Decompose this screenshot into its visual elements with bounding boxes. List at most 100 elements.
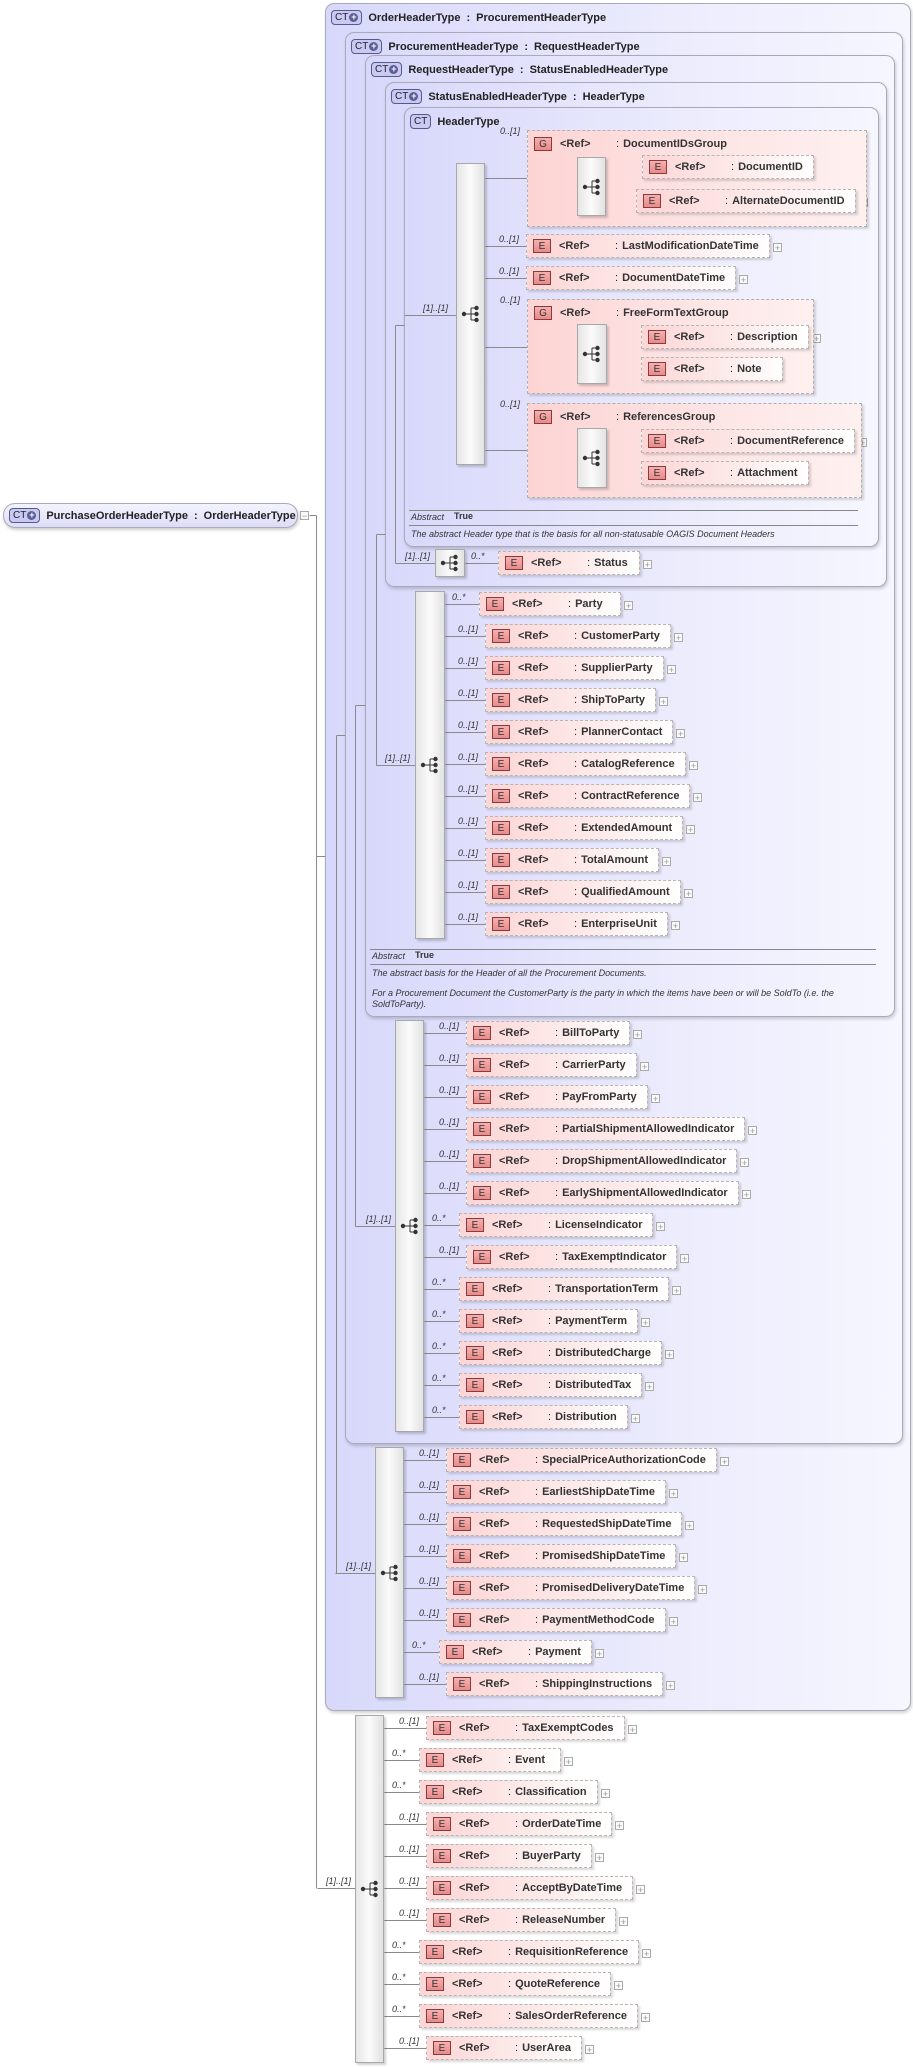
- expand-button[interactable]: +: [674, 633, 683, 643]
- element-payment[interactable]: E <Ref>: Payment: [439, 1640, 592, 1664]
- expand-button[interactable]: +: [619, 1917, 628, 1927]
- element-requisitionreference[interactable]: E <Ref>: RequisitionReference: [419, 1940, 640, 1964]
- expand-button[interactable]: +: [669, 1489, 678, 1499]
- sequence-compositor[interactable]: [456, 163, 485, 465]
- element-plannercontact[interactable]: E <Ref>: PlannerContact: [485, 720, 674, 744]
- element-event[interactable]: E <Ref>: Event: [419, 1748, 561, 1772]
- sequence-compositor[interactable]: [375, 1447, 404, 1698]
- element-billtoparty[interactable]: E <Ref>: BillToParty: [466, 1021, 631, 1045]
- expand-button[interactable]: +: [642, 1949, 651, 1959]
- expand-button[interactable]: +: [669, 1617, 678, 1627]
- element-documentdatetime[interactable]: E <Ref>: DocumentDateTime: [526, 266, 737, 290]
- element-qualifiedamount[interactable]: E <Ref>: QualifiedAmount: [485, 880, 681, 904]
- element-requestedshipdatetime[interactable]: E <Ref>: RequestedShipDateTime: [446, 1512, 683, 1536]
- element-description[interactable]: E <Ref>: Description: [641, 325, 809, 349]
- expand-button[interactable]: +: [624, 601, 633, 611]
- element-enterpriseunit[interactable]: E <Ref>: EnterpriseUnit: [485, 912, 668, 936]
- element-earlyshipmentallowedindicator[interactable]: E <Ref>: EarlyShipmentAllowedIndicator: [466, 1181, 739, 1205]
- expand-button[interactable]: +: [641, 1318, 650, 1328]
- expand-button[interactable]: +: [742, 1190, 751, 1200]
- element-classification[interactable]: E <Ref>: Classification: [419, 1780, 598, 1804]
- element-paymentterm[interactable]: E <Ref>: PaymentTerm: [459, 1309, 638, 1333]
- element-promiseddeliverydatetime[interactable]: E <Ref>: PromisedDeliveryDateTime: [446, 1576, 696, 1600]
- expand-button[interactable]: +: [662, 857, 671, 867]
- element-catalogreference[interactable]: E <Ref>: CatalogReference: [485, 752, 686, 776]
- expand-button[interactable]: +: [659, 697, 668, 707]
- element-carrierparty[interactable]: E <Ref>: CarrierParty: [466, 1053, 637, 1077]
- expand-button[interactable]: +: [740, 1158, 749, 1168]
- expand-button[interactable]: +: [615, 1821, 624, 1831]
- element-distribution[interactable]: E <Ref>: Distribution: [459, 1405, 628, 1429]
- expand-button[interactable]: +: [666, 1681, 675, 1691]
- expand-button[interactable]: +: [685, 1521, 694, 1531]
- element-taxexemptindicator[interactable]: E <Ref>: TaxExemptIndicator: [466, 1245, 678, 1269]
- sequence-compositor[interactable]: [355, 1715, 384, 2063]
- sequence-compositor[interactable]: [435, 549, 465, 577]
- element-salesorderreference[interactable]: E <Ref>: SalesOrderReference: [419, 2004, 638, 2028]
- expand-button[interactable]: +: [636, 1885, 645, 1895]
- element-quotereference[interactable]: E <Ref>: QuoteReference: [419, 1972, 612, 1996]
- element-documentreference[interactable]: E <Ref>: DocumentReference: [641, 429, 856, 453]
- element-earliestshipdatetime[interactable]: E <Ref>: EarliestShipDateTime: [446, 1480, 666, 1504]
- element-acceptbydatetime[interactable]: E <Ref>: AcceptByDateTime: [426, 1876, 634, 1900]
- element-shippinginstructions[interactable]: E <Ref>: ShippingInstructions: [446, 1672, 664, 1696]
- expand-button[interactable]: +: [672, 1286, 681, 1296]
- expand-button[interactable]: +: [773, 243, 782, 253]
- expand-button[interactable]: +: [601, 1789, 610, 1799]
- expand-button[interactable]: +: [671, 921, 680, 931]
- element-lastmodificationdatetime[interactable]: E <Ref>: LastModificationDateTime: [526, 234, 770, 258]
- expand-button[interactable]: +: [641, 2013, 650, 2023]
- element-taxexemptcodes[interactable]: E <Ref>: TaxExemptCodes: [426, 1716, 625, 1740]
- expand-button[interactable]: +: [676, 729, 685, 739]
- expand-button[interactable]: +: [667, 665, 676, 675]
- element-extendedamount[interactable]: E <Ref>: ExtendedAmount: [485, 816, 684, 840]
- expand-button[interactable]: +: [595, 1853, 604, 1863]
- expand-button[interactable]: +: [689, 761, 698, 771]
- element-payfromparty[interactable]: E <Ref>: PayFromParty: [466, 1085, 648, 1109]
- expand-button[interactable]: +: [720, 1457, 729, 1467]
- expand-button[interactable]: +: [665, 1350, 674, 1360]
- sequence-compositor[interactable]: [577, 324, 607, 384]
- element-supplierparty[interactable]: E <Ref>: SupplierParty: [485, 656, 664, 680]
- element-contractreference[interactable]: E <Ref>: ContractReference: [485, 784, 691, 808]
- sequence-compositor[interactable]: [415, 591, 445, 939]
- expand-button[interactable]: +: [628, 1725, 637, 1735]
- expand-button[interactable]: +: [680, 1254, 689, 1264]
- element-orderdatetime[interactable]: E <Ref>: OrderDateTime: [426, 1812, 613, 1836]
- expand-button[interactable]: +: [643, 560, 652, 570]
- expand-button[interactable]: +: [686, 825, 695, 835]
- element-paymentmethodcode[interactable]: E <Ref>: PaymentMethodCode: [446, 1608, 666, 1632]
- element-partialshipmentallowedindicator[interactable]: E <Ref>: PartialShipmentAllowedIndicator: [466, 1117, 746, 1141]
- element-specialpriceauthorizationcode[interactable]: E <Ref>: SpecialPriceAuthorizationCode: [446, 1448, 717, 1472]
- expand-button[interactable]: +: [656, 1222, 665, 1232]
- element-note[interactable]: E <Ref>: Note: [641, 357, 783, 381]
- element-party[interactable]: E <Ref>: Party: [479, 592, 621, 616]
- expand-button[interactable]: +: [739, 275, 748, 285]
- element-status[interactable]: E <Ref>: Status: [498, 551, 640, 575]
- expand-button[interactable]: +: [651, 1094, 660, 1104]
- element-releasenumber[interactable]: E <Ref>: ReleaseNumber: [426, 1908, 617, 1932]
- element-dropshipmentallowedindicator[interactable]: E <Ref>: DropShipmentAllowedIndicator: [466, 1149, 738, 1173]
- element-distributedcharge[interactable]: E <Ref>: DistributedCharge: [459, 1341, 663, 1365]
- expand-button[interactable]: +: [679, 1553, 688, 1563]
- element-documentid[interactable]: E <Ref>: DocumentID: [642, 155, 814, 179]
- element-licenseindicator[interactable]: E <Ref>: LicenseIndicator: [459, 1213, 654, 1237]
- expand-button[interactable]: +: [645, 1382, 654, 1392]
- element-attachment[interactable]: E <Ref>: Attachment: [641, 461, 809, 485]
- expand-button[interactable]: +: [693, 793, 702, 803]
- sequence-compositor[interactable]: [577, 157, 606, 216]
- expand-button[interactable]: +: [640, 1062, 649, 1072]
- element-userarea[interactable]: E <Ref>: UserArea: [426, 2036, 582, 2060]
- expand-button[interactable]: +: [585, 2045, 594, 2055]
- element-shiptoparty[interactable]: E <Ref>: ShipToParty: [485, 688, 657, 712]
- expand-button[interactable]: +: [564, 1757, 573, 1767]
- element-promisedshipdatetime[interactable]: E <Ref>: PromisedShipDateTime: [446, 1544, 677, 1568]
- sequence-compositor[interactable]: [577, 428, 607, 488]
- expand-button[interactable]: +: [748, 1126, 757, 1136]
- element-totalamount[interactable]: E <Ref>: TotalAmount: [485, 848, 660, 872]
- element-distributedtax[interactable]: E <Ref>: DistributedTax: [459, 1373, 643, 1397]
- expand-button[interactable]: +: [698, 1585, 707, 1595]
- expand-button[interactable]: +: [684, 889, 693, 899]
- element-buyerparty[interactable]: E <Ref>: BuyerParty: [426, 1844, 592, 1868]
- expand-button[interactable]: +: [595, 1649, 604, 1659]
